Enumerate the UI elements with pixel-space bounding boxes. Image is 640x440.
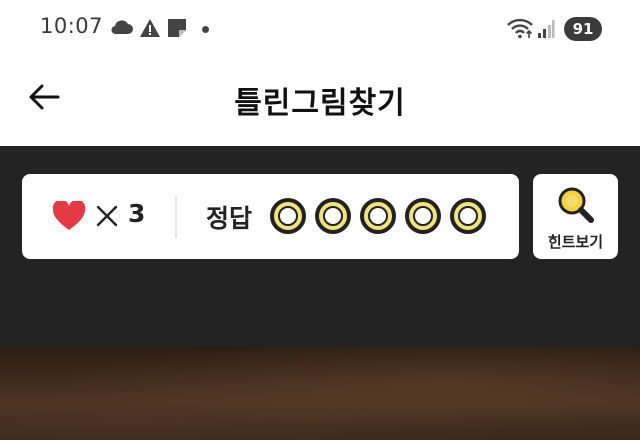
answer-slot [270, 198, 306, 234]
alert-icon [139, 18, 161, 42]
wifi-icon [506, 17, 534, 43]
game-picture[interactable] [0, 346, 640, 440]
answer-label: 정답 [206, 204, 253, 233]
times-icon [96, 205, 118, 231]
note-icon [167, 18, 187, 42]
answer-slot [405, 198, 441, 234]
panel-divider [175, 196, 177, 238]
score-panel: 3 정답 [22, 174, 519, 259]
status-time: 10:07 [40, 14, 104, 38]
answer-slot [450, 198, 486, 234]
lives-count: 3 [128, 199, 146, 228]
game-area: 3 정답 힌트보기 [0, 146, 640, 440]
answer-slots [270, 198, 486, 234]
status-bar: 10:07 91 [0, 0, 640, 58]
answer-slot [315, 198, 351, 234]
app-header: 틀린그림찾기 [0, 58, 640, 146]
signal-icon [537, 19, 555, 43]
hint-label: 힌트보기 [547, 233, 604, 251]
answer-slot [360, 198, 396, 234]
page-title: 틀린그림찾기 [234, 86, 406, 121]
magnifier-icon [556, 186, 596, 230]
heart-icon [52, 199, 86, 235]
hint-button[interactable]: 힌트보기 [533, 174, 618, 259]
battery-indicator: 91 [564, 17, 602, 41]
dot-icon [202, 26, 209, 33]
cloud-icon [110, 18, 134, 40]
